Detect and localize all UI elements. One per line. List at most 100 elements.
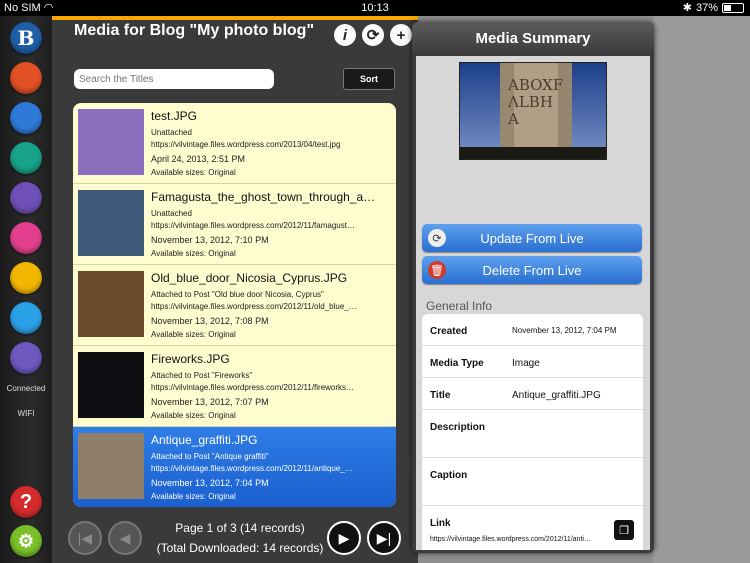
media-status: Attached to Post "Fireworks"	[151, 371, 253, 380]
panel-title: Media Summary	[412, 22, 654, 56]
media-status: Attached to Post "Old blue door Nicosia,…	[151, 290, 324, 299]
help-button[interactable]: ?	[10, 486, 42, 518]
page-title: Media for Blog "My photo blog"	[74, 22, 315, 39]
info-button[interactable]: i	[334, 24, 356, 46]
media-url: https://vilvintage.files.wordpress.com/2…	[151, 140, 341, 149]
popover-pointer	[398, 456, 410, 476]
media-thumbnail	[78, 352, 144, 418]
media-date: November 13, 2012, 7:08 PM	[151, 316, 269, 326]
pager: |◀ ◀ Page 1 of 3 (14 records) (Total Dow…	[52, 515, 418, 563]
sidebar-item-blog[interactable]: B	[10, 22, 42, 54]
info-label: Created	[430, 326, 468, 337]
media-list-item[interactable]: Famagusta_the_ghost_town_through_a… Unatt…	[73, 184, 396, 265]
info-value: November 13, 2012, 7:04 PM	[512, 326, 617, 335]
info-icon: i	[342, 26, 348, 44]
media-list-item[interactable]: Old_blue_door_Nicosia_Cyprus.JPG Attached…	[73, 265, 396, 346]
section-heading: General Info	[426, 299, 493, 313]
clock: 10:13	[361, 2, 389, 14]
connection-status: Connected	[6, 384, 46, 393]
media-title: test.JPG	[151, 109, 198, 123]
blog-b-icon: B	[17, 26, 35, 50]
media-url: https://vilvintage.files.wordpress.com/2…	[151, 221, 355, 230]
status-bar: No SIM ◠ 10:13 ✱ 37%	[0, 0, 750, 16]
first-page-icon: |◀	[77, 529, 93, 546]
info-label: Description	[430, 422, 486, 433]
media-title: Famagusta_the_ghost_town_through_a…	[151, 190, 376, 204]
download-count: (Total Downloaded: 14 records)	[156, 541, 324, 555]
info-row-title: Title Antique_graffiti.JPG	[422, 378, 643, 410]
sidebar-item-pages[interactable]	[10, 102, 42, 134]
trash-icon: 🗑	[428, 261, 446, 279]
page-indicator: Page 1 of 3 (14 records)	[175, 521, 305, 535]
last-page-button[interactable]: ▶|	[367, 521, 401, 555]
add-icon: +	[396, 26, 406, 44]
next-page-icon: ▶	[338, 529, 350, 546]
battery-icon	[722, 3, 744, 13]
prev-page-button[interactable]: ◀	[108, 521, 142, 555]
sidebar-item-reader[interactable]	[10, 342, 42, 374]
media-list-item[interactable]: test.JPG Unattached https://vilvintage.fil…	[73, 103, 396, 184]
next-page-button[interactable]: ▶	[327, 521, 361, 555]
sidebar-item-media[interactable]	[10, 262, 42, 294]
media-preview: ABOXF ΛLBH A	[459, 62, 607, 160]
sidebar-item-comments[interactable]	[10, 222, 42, 254]
panel-body: ABOXF ΛLBH A ⟳ Update From Live 🗑 Delete…	[416, 56, 650, 550]
media-date: April 24, 2013, 2:51 PM	[151, 154, 246, 164]
sort-button[interactable]: Sort	[343, 68, 395, 90]
info-label: Title	[430, 390, 451, 401]
media-list[interactable]: test.JPG Unattached https://vilvintage.fil…	[73, 103, 396, 507]
media-thumbnail	[78, 190, 144, 256]
sidebar: B Connected WIFI ? ⚙	[0, 16, 52, 563]
preview-carving-text: ABOXF ΛLBH A	[508, 76, 564, 128]
media-sizes: Available sizes: Original	[151, 330, 236, 339]
help-icon: ?	[19, 490, 33, 513]
sidebar-item-stats[interactable]	[10, 302, 42, 334]
battery-percent: 37%	[695, 2, 718, 14]
media-list-item[interactable]: Antique_graffiti.JPG Attached to Post "An…	[73, 427, 396, 507]
status-right: ✱ 37%	[683, 0, 744, 16]
media-list-item[interactable]: Fireworks.JPG Attached to Post "Fireworks…	[73, 346, 396, 427]
media-status: Unattached	[151, 128, 192, 137]
prev-page-icon: ◀	[119, 529, 131, 546]
update-label: Update From Live	[480, 230, 584, 246]
media-url: https://vilvintage.files.wordpress.com/2…	[151, 464, 353, 473]
media-thumbnail	[78, 433, 144, 499]
info-row-caption: Caption	[422, 458, 643, 506]
info-label: Link	[430, 518, 451, 529]
media-summary-panel: Media Summary ABOXF ΛLBH A ⟳ Update From…	[412, 22, 654, 553]
info-row-media-type: Media Type Image	[422, 346, 643, 378]
delete-from-live-button[interactable]: 🗑 Delete From Live	[422, 256, 642, 284]
media-sizes: Available sizes: Original	[151, 411, 236, 420]
info-value: Image	[512, 358, 540, 369]
bluetooth-icon: ✱	[682, 2, 692, 14]
media-sizes: Available sizes: Original	[151, 492, 236, 501]
background	[653, 16, 750, 563]
sync-icon: ⟳	[428, 229, 446, 247]
media-url: https://vilvintage.files.wordpress.com/2…	[151, 302, 357, 311]
media-title: Old_blue_door_Nicosia_Cyprus.JPG	[151, 271, 348, 285]
add-button[interactable]: +	[390, 24, 412, 46]
media-sizes: Available sizes: Original	[151, 249, 236, 258]
copy-link-icon[interactable]: ❐	[614, 520, 634, 540]
sidebar-item-categories[interactable]	[10, 182, 42, 214]
network-label: WIFI	[17, 409, 35, 418]
info-label: Caption	[430, 470, 468, 481]
search-input[interactable]	[74, 69, 274, 89]
sidebar-item-tags[interactable]	[10, 142, 42, 174]
media-title: Antique_graffiti.JPG	[151, 433, 258, 447]
settings-button[interactable]: ⚙	[10, 525, 42, 557]
media-date: November 13, 2012, 7:07 PM	[151, 397, 269, 407]
last-page-icon: ▶|	[376, 529, 392, 546]
delete-label: Delete From Live	[482, 262, 582, 278]
update-from-live-button[interactable]: ⟳ Update From Live	[422, 224, 642, 252]
info-row-link: Link ❐ https://vilvintage.files.wordpress.…	[422, 506, 643, 550]
media-status: Attached to Post "Antique graffiti"	[151, 452, 269, 461]
refresh-icon: ⟳	[366, 27, 380, 44]
info-value: https://vilvintage.files.wordpress.com/2…	[430, 536, 591, 543]
first-page-button[interactable]: |◀	[68, 521, 102, 555]
sidebar-item-posts[interactable]	[10, 62, 42, 94]
refresh-button[interactable]: ⟳	[362, 24, 384, 46]
gear-icon: ⚙	[17, 530, 35, 551]
media-thumbnail	[78, 271, 144, 337]
media-date: November 13, 2012, 7:10 PM	[151, 235, 269, 245]
